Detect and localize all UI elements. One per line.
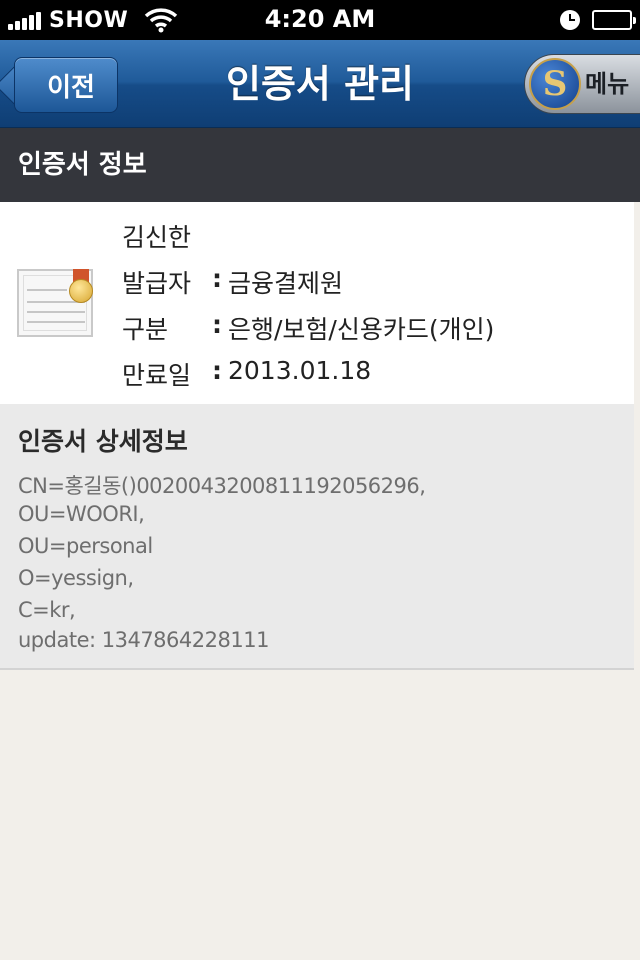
info-value: 은행/보험/신용카드(개인) bbox=[228, 315, 495, 344]
detail-line: CN=홍길동()0020043200811192056296, bbox=[18, 474, 426, 498]
certificate-icon bbox=[17, 269, 93, 337]
info-value: 2013.01.18 bbox=[228, 356, 372, 385]
info-label: 만료일 bbox=[122, 361, 192, 390]
info-value: 금융결제원 bbox=[228, 269, 344, 298]
info-separator: : bbox=[212, 310, 222, 339]
status-bar: SHOW 4:20 AM bbox=[0, 0, 640, 40]
section-header: 인증서 정보 bbox=[0, 128, 640, 202]
status-time: 4:20 AM bbox=[264, 5, 376, 33]
menu-label: 메뉴 bbox=[585, 70, 630, 98]
alarm-clock-icon bbox=[560, 10, 580, 30]
status-right bbox=[560, 7, 636, 33]
detail-line: O=yessign, bbox=[18, 566, 134, 590]
certificate-owner-name: 김신한 bbox=[122, 223, 192, 252]
detail-line: C=kr, bbox=[18, 598, 76, 622]
back-button[interactable]: 이전 bbox=[14, 57, 118, 113]
info-label: 구분 bbox=[122, 315, 169, 344]
certificate-detail: 인증서 상세정보 CN=홍길동()0020043200811192056296,… bbox=[0, 404, 634, 670]
info-separator: : bbox=[212, 356, 222, 385]
menu-button[interactable]: 메뉴 bbox=[524, 54, 640, 114]
detail-line: update: 1347864228111 bbox=[18, 628, 269, 652]
nav-bar: 인증서 관리 이전 메뉴 bbox=[0, 40, 640, 128]
info-separator: : bbox=[212, 264, 222, 293]
battery-icon bbox=[592, 10, 636, 30]
info-label: 발급자 bbox=[122, 269, 192, 298]
detail-line: OU=personal bbox=[18, 534, 153, 558]
bank-logo-icon bbox=[529, 58, 581, 110]
info-row-type: 구분 : 은행/보험/신용카드(개인) bbox=[122, 310, 494, 346]
detail-line: OU=WOORI, bbox=[18, 502, 145, 526]
detail-title: 인증서 상세정보 bbox=[18, 427, 188, 456]
info-row-issuer: 발급자 : 금융결제원 bbox=[122, 264, 343, 300]
info-row-expiry: 만료일 : 2013.01.18 bbox=[122, 356, 371, 392]
